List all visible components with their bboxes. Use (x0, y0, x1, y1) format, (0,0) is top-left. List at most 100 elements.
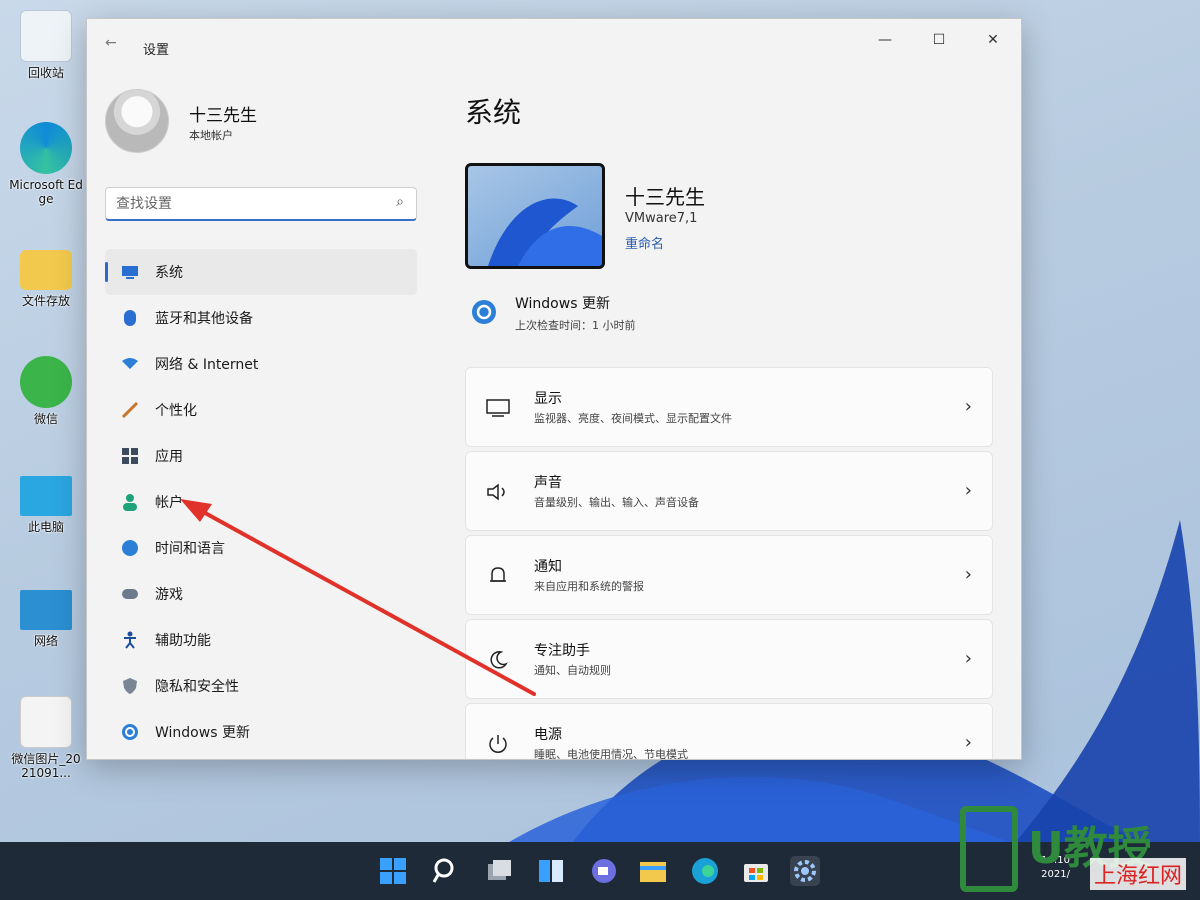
computer-icon (20, 476, 72, 516)
sidebar-item-personalization[interactable]: 个性化 (105, 387, 417, 433)
card-title: 专注助手 (534, 643, 590, 659)
search-icon: ⌕ (396, 194, 404, 210)
file-explorer-icon[interactable] (638, 856, 668, 886)
desktop-icon-edge[interactable]: Microsoft Edge (8, 122, 84, 206)
sidebar-item-bluetooth[interactable]: 蓝牙和其他设备 (105, 295, 417, 341)
desktop-icon-label: 微信 (33, 412, 58, 426)
desktop-icon-wechat[interactable]: 微信 (8, 356, 84, 426)
sidebar-item-apps[interactable]: 应用 (105, 433, 417, 479)
settings-card-power[interactable]: 电源 睡眠、电池使用情况、节电模式 › (465, 703, 993, 760)
search-icon[interactable] (431, 856, 461, 886)
card-subtitle: 睡眠、电池使用情况、节电模式 (534, 748, 688, 760)
wallpaper-bloom-icon (488, 198, 602, 266)
image-file-icon (20, 696, 72, 748)
wifi-icon (119, 353, 141, 375)
desktop-icon-folder[interactable]: 文件存放 (8, 244, 84, 308)
globe-clock-icon (119, 537, 141, 559)
device-info: 十三先生 VMware7,1 重命名 (465, 163, 1021, 273)
card-title: 声音 (534, 475, 562, 491)
card-subtitle: 监视器、亮度、夜间模式、显示配置文件 (534, 412, 732, 425)
windows-update-title: Windows 更新 (515, 296, 610, 312)
window-title: 设置 (143, 43, 170, 58)
desktop-icon-label: 网络 (33, 634, 58, 648)
sidebar-item-label: 时间和语言 (155, 541, 225, 557)
card-title: 显示 (534, 391, 562, 407)
desktop-icon-network[interactable]: 网络 (8, 584, 84, 648)
speaker-icon (484, 478, 512, 506)
user-profile[interactable]: 十三先生 本地帐户 (105, 89, 425, 159)
bluetooth-icon (119, 307, 141, 329)
sidebar-item-label: 辅助功能 (155, 633, 211, 649)
desktop-icon-recycle-bin[interactable]: 回收站 (8, 10, 84, 80)
sidebar-item-time-language[interactable]: 时间和语言 (105, 525, 417, 571)
brush-icon (119, 399, 141, 421)
sidebar-item-label: 隐私和安全性 (155, 679, 239, 695)
network-icon (20, 590, 72, 630)
settings-card-notifications[interactable]: 通知 来自应用和系统的警报 › (465, 535, 993, 615)
search-input[interactable] (116, 194, 376, 214)
back-button[interactable]: ← (105, 35, 117, 51)
desktop-icon-image-file[interactable]: 微信图片_2021091... (8, 696, 84, 780)
chevron-right-icon: › (964, 648, 972, 669)
settings-card-focus-assist[interactable]: 专注助手 通知、自动规则 › (465, 619, 993, 699)
wallpaper-thumbnail[interactable] (465, 163, 605, 269)
store-icon[interactable] (741, 856, 771, 886)
watermark: U教授 上海红网 (960, 806, 1192, 894)
sidebar-item-accounts[interactable]: 帐户 (105, 479, 417, 525)
sidebar-item-label: 帐户 (155, 495, 183, 511)
sidebar-item-gaming[interactable]: 游戏 (105, 571, 417, 617)
desktop-icon-label: 此电脑 (27, 520, 64, 534)
recycle-bin-icon (20, 10, 72, 62)
edge-icon[interactable] (690, 856, 720, 886)
chevron-right-icon: › (964, 480, 972, 501)
sidebar-item-label: 游戏 (155, 587, 183, 603)
sidebar-item-accessibility[interactable]: 辅助功能 (105, 617, 417, 663)
wechat-icon (20, 356, 72, 408)
sidebar-item-windows-update[interactable]: Windows 更新 (105, 709, 417, 755)
device-model: VMware7,1 (625, 211, 698, 226)
shield-icon (119, 675, 141, 697)
settings-card-sound[interactable]: 声音 音量级别、输出、输入、声音设备 › (465, 451, 993, 531)
sidebar-item-system[interactable]: 系统 (105, 249, 417, 295)
power-icon (484, 730, 512, 758)
sidebar-item-privacy[interactable]: 隐私和安全性 (105, 663, 417, 709)
task-view-icon[interactable] (484, 856, 514, 886)
widgets-icon[interactable] (536, 856, 566, 886)
settings-icon[interactable] (790, 856, 820, 886)
edge-icon (20, 122, 72, 174)
watermark-site: 上海红网 (1089, 858, 1186, 890)
monitor-icon (119, 261, 141, 283)
display-icon (484, 394, 512, 422)
profile-account-type: 本地帐户 (189, 129, 233, 142)
search-box[interactable]: ⌕ (105, 187, 417, 221)
folder-icon (20, 250, 72, 290)
card-subtitle: 音量级别、输出、输入、声音设备 (534, 496, 699, 509)
sidebar-item-label: 应用 (155, 449, 183, 465)
sidebar-item-label: Windows 更新 (155, 725, 250, 741)
sidebar-item-label: 网络 & Internet (155, 357, 259, 373)
sidebar-item-label: 系统 (155, 265, 183, 281)
moon-icon (484, 646, 512, 674)
brand-logo-icon (960, 806, 1018, 892)
sidebar-item-network[interactable]: 网络 & Internet (105, 341, 417, 387)
device-name: 十三先生 (625, 185, 705, 209)
account-icon (119, 491, 141, 513)
main-pane: 系统 十三先生 VMware7,1 重命名 Windows 更新 上次检查时间：… (465, 19, 1021, 759)
sidebar-item-label: 个性化 (155, 403, 197, 419)
sidebar-item-label: 蓝牙和其他设备 (155, 311, 253, 327)
accessibility-icon (119, 629, 141, 651)
windows-update-subtitle: 上次检查时间：1 小时前 (515, 319, 636, 332)
settings-card-display[interactable]: 显示 监视器、亮度、夜间模式、显示配置文件 › (465, 367, 993, 447)
chevron-right-icon: › (964, 732, 972, 753)
desktop-icon-label: Microsoft Edge (9, 178, 83, 206)
desktop-icon-label: 回收站 (27, 66, 64, 80)
avatar (105, 89, 169, 153)
desktop-icon-computer[interactable]: 此电脑 (8, 470, 84, 534)
start-icon[interactable] (378, 856, 408, 886)
windows-update-status[interactable]: Windows 更新 上次检查时间：1 小时前 (471, 289, 871, 339)
chevron-right-icon: › (964, 564, 972, 585)
chat-icon[interactable] (589, 856, 619, 886)
rename-link[interactable]: 重命名 (625, 233, 664, 252)
card-subtitle: 来自应用和系统的警报 (534, 580, 644, 593)
card-title: 电源 (534, 727, 562, 743)
